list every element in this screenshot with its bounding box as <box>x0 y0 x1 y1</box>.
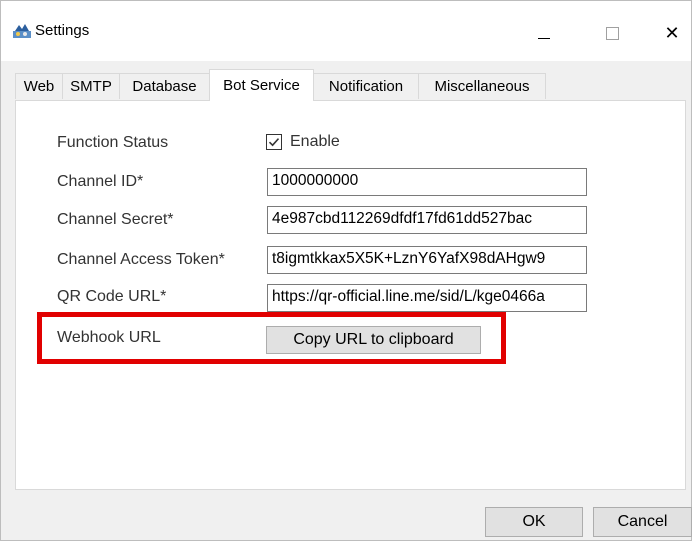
qr-code-url-label: QR Code URL* <box>57 288 167 305</box>
qr-code-url-input[interactable]: https://qr-official.line.me/sid/L/kge046… <box>267 284 587 312</box>
tab-database[interactable]: Database <box>119 73 210 99</box>
enable-checkbox-group[interactable]: Enable <box>266 133 340 151</box>
settings-app-icon <box>13 23 31 39</box>
channel-id-label: Channel ID* <box>57 173 144 190</box>
channel-secret-input[interactable]: 4e987cbd112269dfdf17fd61dd527bac <box>267 206 587 234</box>
tab-label: Web <box>23 78 55 95</box>
bot-service-page: Function Status Enable Channel ID* 10000… <box>15 100 686 490</box>
window-title: Settings <box>35 22 90 39</box>
enable-label: Enable <box>290 133 340 150</box>
tab-label: Notification <box>328 78 404 95</box>
checkmark-icon <box>268 138 280 147</box>
settings-window: Settings ✕ Web SMTP Database Bot Service… <box>0 0 692 541</box>
close-button[interactable]: ✕ <box>649 13 692 53</box>
ok-button[interactable]: OK <box>485 507 583 537</box>
tab-label: Miscellaneous <box>434 78 530 95</box>
channel-access-token-label: Channel Access Token* <box>57 251 225 268</box>
channel-secret-label: Channel Secret* <box>57 211 174 228</box>
copy-url-button[interactable]: Copy URL to clipboard <box>266 326 481 354</box>
cancel-button[interactable]: Cancel <box>593 507 692 537</box>
close-icon: ✕ <box>664 22 680 43</box>
tab-smtp[interactable]: SMTP <box>62 73 120 99</box>
enable-checkbox[interactable] <box>266 134 282 150</box>
tab-label: Database <box>132 78 197 95</box>
tab-miscellaneous[interactable]: Miscellaneous <box>418 73 546 99</box>
maximize-button[interactable] <box>589 13 635 53</box>
webhook-url-label: Webhook URL <box>57 329 161 346</box>
minimize-icon <box>538 37 550 39</box>
tab-web[interactable]: Web <box>15 73 63 99</box>
tab-label: SMTP <box>70 78 112 95</box>
tab-notification[interactable]: Notification <box>313 73 419 99</box>
tab-bot-service[interactable]: Bot Service <box>209 69 314 101</box>
function-status-label: Function Status <box>57 134 169 151</box>
channel-id-input[interactable]: 1000000000 <box>267 168 587 196</box>
channel-access-token-input[interactable]: t8igmtkkax5X5K+LznY6YafX98dAHgw9 <box>267 246 587 274</box>
title-bar: Settings ✕ <box>1 1 691 61</box>
minimize-button[interactable] <box>521 13 567 53</box>
tab-label: Bot Service <box>223 77 300 94</box>
maximize-icon <box>605 26 619 40</box>
